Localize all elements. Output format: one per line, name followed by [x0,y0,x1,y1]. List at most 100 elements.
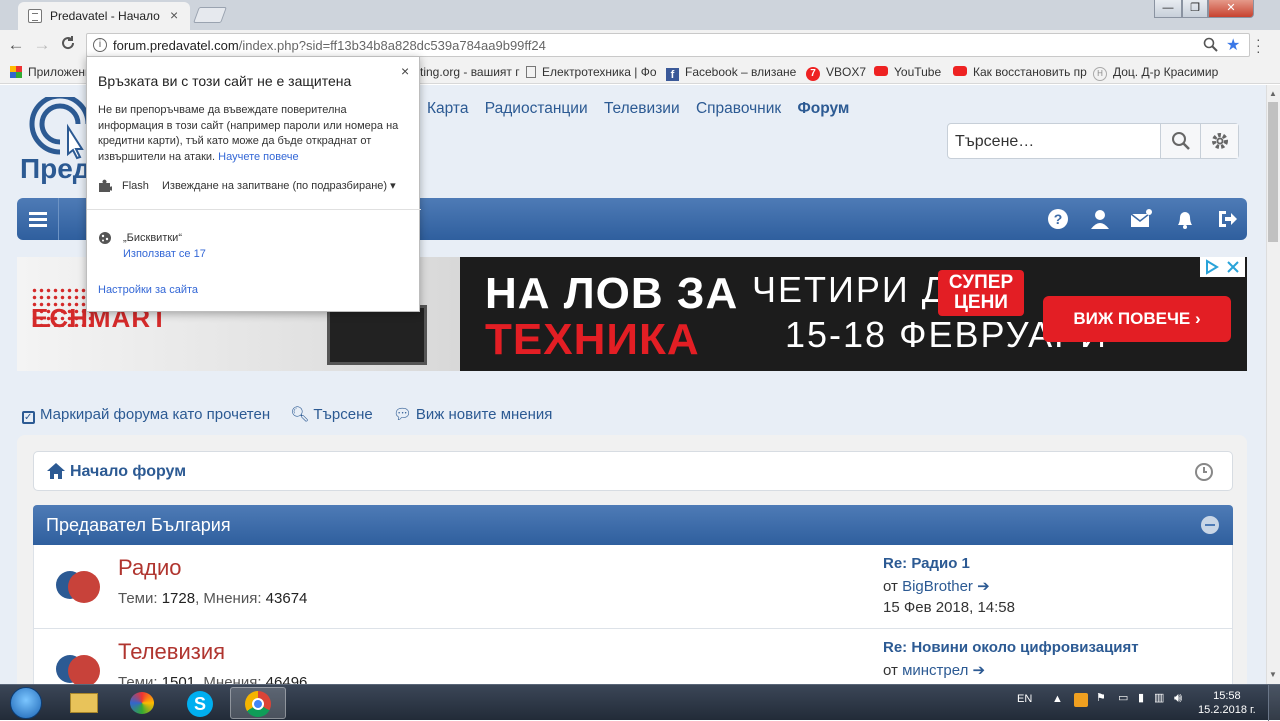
ad-cta-button[interactable]: ВИЖ ПОВЕЧЕ › [1043,296,1231,342]
language-indicator[interactable]: EN [1017,693,1032,705]
h-icon: H [1093,67,1107,81]
search-link[interactable]: 🔍︎ Търсене [290,406,372,423]
forum-title[interactable]: Телевизия [118,639,225,665]
flash-select[interactable]: Извеждане на запитване (по подразбиране)… [162,179,396,192]
mark-read-link[interactable]: ✓ Маркирай форума като прочетен [22,406,270,424]
scrollbar-thumb[interactable] [1268,102,1278,242]
clock[interactable]: 15:58 15.2.2018 г. [1198,689,1256,717]
address-bar[interactable]: i forum.predavatel.com/index.php?sid=ff1… [86,33,1250,57]
bookmark-item[interactable]: 7 VBOX7 [806,65,866,81]
ad-headline-1: НА ЛОВ ЗА [485,269,739,318]
help-icon[interactable]: ? [1047,208,1069,230]
nav-map[interactable]: Карта [427,100,468,117]
tray-app-icon[interactable] [1074,693,1088,707]
bookmark-item[interactable]: Електротехника | Фо [526,65,657,79]
page-icon [526,66,536,78]
category-title[interactable]: Предавател България [46,515,231,536]
paint-taskbar-button[interactable] [114,687,170,719]
popup-title: Връзката ви с този сайт не е защитена [98,73,352,89]
forward-icon[interactable]: → [32,35,52,55]
collapse-icon[interactable] [1201,516,1219,534]
battery-icon[interactable]: ▮ [1138,691,1144,704]
skype-taskbar-button[interactable]: S [172,687,228,719]
new-posts-link[interactable]: 💬︎ Виж новите мнения [393,406,553,423]
reload-icon[interactable] [58,35,78,56]
nav-tv[interactable]: Телевизии [604,100,680,117]
divider [87,209,421,210]
clock-icon [1195,463,1213,481]
cookies-link[interactable]: Използват се 17 [123,248,206,260]
close-tab-icon[interactable]: × [170,7,178,23]
start-button[interactable] [2,685,50,721]
goto-last-post-icon[interactable]: ➔ [977,578,990,595]
forum-bubbles-icon [56,571,100,603]
comments-icon: 💬︎ [392,406,412,423]
explorer-taskbar-button[interactable] [56,687,112,719]
last-post-title[interactable]: Re: Радио 1 [883,555,970,572]
zoom-icon[interactable] [1203,37,1219,58]
last-post-date: 15 Фев 2018, 14:58 [883,599,1015,616]
bookmark-item[interactable]: Как восстановить пр [953,65,1087,79]
menu-icon[interactable]: · · · [1256,32,1261,58]
flash-permission: Flash Извеждане на запитване (по подразб… [98,179,410,199]
nav-forum[interactable]: Форум [798,100,850,117]
bookmark-star-icon[interactable]: ★ [1226,35,1240,55]
back-icon[interactable]: ← [6,35,26,55]
site-info-popup: Връзката ви с този сайт не е защитена × … [86,56,421,312]
nav-directory[interactable]: Справочник [696,100,781,117]
author-link[interactable]: минстрел [902,662,968,679]
url-text[interactable]: forum.predavatel.com/index.php?sid=ff13b… [113,38,546,53]
taskbar: S EN ▲ ⚑ ▭ ▮ ▥ 🔊︎ 15:58 15.2.2018 г. [0,684,1280,721]
bookmark-item[interactable]: YouTube [874,65,941,79]
user-icon[interactable] [1089,208,1111,230]
cookies-label: „Бисквитки“ [123,232,182,244]
search-icon [1172,132,1190,150]
youtube-icon [874,66,888,76]
notifications-icon[interactable] [1174,208,1196,230]
close-ad-icon[interactable] [1225,259,1241,275]
minimize-button[interactable]: — [1154,0,1182,18]
volume-icon[interactable]: 🔊︎ [1174,690,1182,706]
check-icon: ✓ [22,411,35,424]
show-desktop-button[interactable] [1268,685,1280,721]
author-link[interactable]: BigBrother [902,578,973,595]
last-post-author: от BigBrother ➔ [883,578,990,595]
breadcrumb: Начало форум [33,451,1233,491]
facebook-icon: f [666,68,679,81]
tray-arrow-icon[interactable]: ▲ [1052,693,1063,705]
bookmark-item[interactable]: H Доц. Д-р Красимир [1093,65,1218,81]
breadcrumb-home[interactable]: Начало форум [70,463,186,481]
last-post-title[interactable]: Re: Новини около цифровизацият [883,639,1139,656]
forum-title[interactable]: Радио [118,555,182,581]
logout-icon[interactable] [1216,208,1238,230]
info-icon[interactable]: i [93,38,107,52]
advanced-search-button[interactable] [1200,124,1238,158]
bookmark-item[interactable]: ting.org - вашият г [420,65,520,79]
bookmark-apps[interactable]: Приложения [10,65,98,79]
maximize-button[interactable]: ❐ [1182,0,1208,18]
browser-tab[interactable]: Predavatel - Начало × [18,2,190,30]
youtube-icon [953,66,967,76]
learn-more-link[interactable]: Научете повече [218,151,298,163]
scroll-down-icon[interactable]: ▼ [1266,668,1280,682]
goto-last-post-icon[interactable]: ➔ [973,662,986,679]
tray-flag-icon[interactable]: ⚑ [1096,691,1106,704]
search-button[interactable] [1160,124,1200,158]
last-post-author: от минстрел ➔ [883,662,986,679]
tray-display-icon[interactable]: ▭ [1118,691,1128,704]
ad-choices[interactable] [1200,257,1245,277]
home-icon[interactable] [46,462,66,480]
messages-icon[interactable] [1130,208,1152,230]
network-icon[interactable]: ▥ [1154,691,1164,704]
search-input[interactable]: Търсене… [955,133,1034,151]
new-tab-button[interactable] [193,7,227,23]
scroll-up-icon[interactable]: ▲ [1266,87,1280,101]
close-popup-icon[interactable]: × [401,63,409,79]
nav-radio[interactable]: Радиостанции [485,100,588,117]
tv-image [327,305,427,365]
close-window-button[interactable]: ✕ [1208,0,1254,18]
chrome-taskbar-button[interactable] [230,687,286,719]
hamburger-menu-button[interactable] [17,198,59,240]
site-settings-link[interactable]: Настройки за сайта [98,284,198,296]
bookmark-item[interactable]: f Facebook – влизане [666,65,796,81]
